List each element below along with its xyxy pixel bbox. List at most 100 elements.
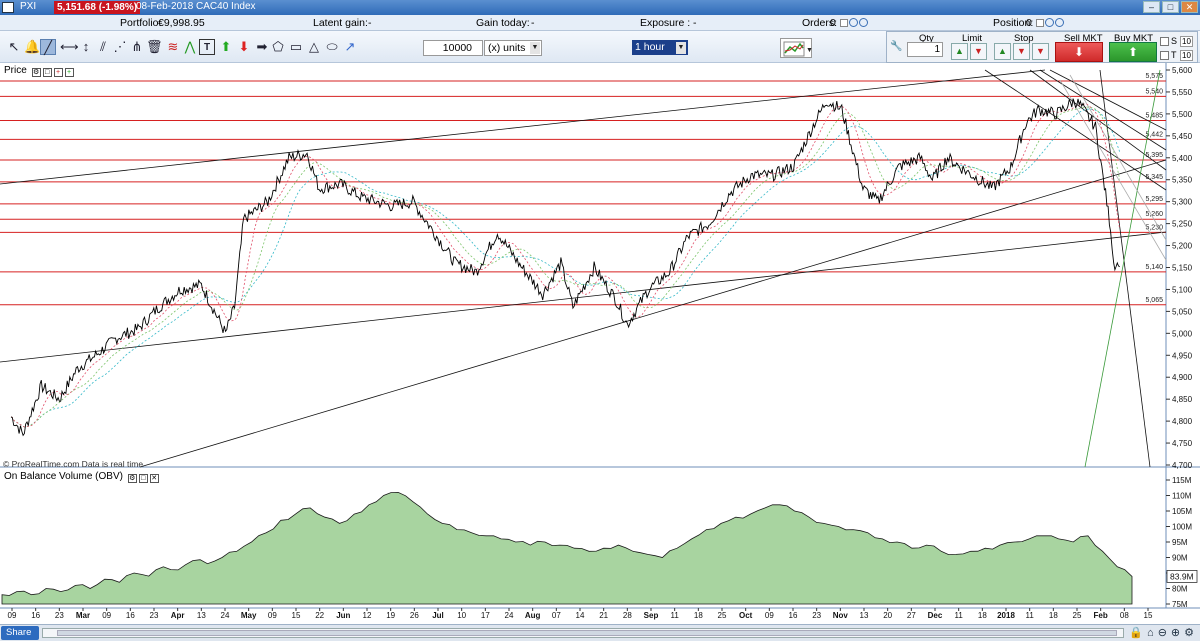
wrench-icon[interactable]: ⚙ — [127, 474, 137, 483]
x-tick-label: 17 — [481, 611, 490, 620]
x-tick-label: 24 — [505, 611, 514, 620]
y-tick-label: 5,550 — [1172, 88, 1193, 97]
x-tick-label: 15 — [1144, 611, 1153, 620]
y-tick-label: 5,300 — [1172, 198, 1193, 207]
scrollbar-thumb[interactable] — [57, 630, 1117, 636]
x-tick-label: 11 — [671, 611, 680, 620]
obv-tick-label: 115M — [1172, 476, 1192, 485]
level-label: 5,485 — [1145, 112, 1163, 119]
x-tick-label: 11 — [1026, 611, 1035, 620]
obv-panel-header: On Balance Volume (OBV) ⚙ □ ✕ — [2, 471, 161, 483]
chart-area[interactable]: 5,5755,5405,4855,4425,3955,3455,2955,260… — [0, 0, 1200, 641]
wrench-icon[interactable]: ⚙ — [31, 68, 41, 77]
y-tick-label: 4,850 — [1172, 395, 1193, 404]
x-tick-label: 09 — [268, 611, 277, 620]
x-tick-label: Apr — [171, 611, 185, 620]
obv-tick-label: 95M — [1172, 538, 1188, 547]
x-tick-label: 20 — [883, 611, 892, 620]
x-tick-label: 16 — [126, 611, 135, 620]
share-button[interactable]: Share — [1, 626, 39, 640]
x-tick-label: 23 — [812, 611, 821, 620]
x-tick-label: 09 — [8, 611, 17, 620]
y-tick-label: 4,700 — [1172, 461, 1193, 470]
x-tick-label: 11 — [955, 611, 964, 620]
x-tick-label: 14 — [576, 611, 585, 620]
x-tick-label: 18 — [694, 611, 703, 620]
y-tick-label: 5,400 — [1172, 154, 1193, 163]
level-label: 5,065 — [1145, 297, 1163, 304]
x-tick-label: 23 — [55, 611, 64, 620]
x-tick-label: 25 — [718, 611, 727, 620]
x-tick-label: 2018 — [997, 611, 1015, 620]
x-tick-label: 08 — [1120, 611, 1129, 620]
price-panel-label: Price — [4, 65, 27, 76]
x-tick-label: Feb — [1094, 611, 1108, 620]
x-tick-label: 10 — [457, 611, 466, 620]
x-tick-label: 28 — [623, 611, 632, 620]
share-label: Share — [6, 627, 32, 638]
x-tick-label: May — [241, 611, 257, 620]
x-tick-label: Dec — [928, 611, 943, 620]
obv-tick-label: 105M — [1172, 507, 1192, 516]
x-tick-label: Oct — [739, 611, 753, 620]
level-label: 5,540 — [1145, 88, 1163, 95]
x-tick-label: Aug — [525, 611, 541, 620]
x-tick-label: Jul — [432, 611, 444, 620]
level-label: 5,260 — [1145, 211, 1163, 218]
y-tick-label: 5,250 — [1172, 220, 1193, 229]
add-panel-icon[interactable]: + — [64, 68, 74, 77]
y-tick-label: 5,050 — [1172, 307, 1193, 316]
obv-tick-label: 90M — [1172, 554, 1188, 563]
level-label: 5,140 — [1145, 264, 1163, 271]
obv-current-value: 83.9M — [1170, 571, 1194, 581]
level-label: 5,395 — [1145, 152, 1163, 159]
x-tick-label: 09 — [102, 611, 111, 620]
x-tick-label: 27 — [907, 611, 916, 620]
y-tick-label: 5,500 — [1172, 110, 1193, 119]
y-tick-label: 4,750 — [1172, 439, 1193, 448]
time-scrollbar[interactable] — [42, 628, 1124, 638]
zoom-out-icon[interactable]: ⊖ — [1158, 627, 1171, 639]
x-tick-label: 21 — [599, 611, 608, 620]
zoom-in-icon[interactable]: ⊕ — [1171, 627, 1184, 639]
navigation-controls: 🔒⌂⊖⊕⚙ — [1129, 626, 1198, 639]
y-tick-label: 5,000 — [1172, 329, 1193, 338]
x-tick-label: 24 — [221, 611, 230, 620]
x-tick-label: 15 — [292, 611, 301, 620]
home-icon[interactable]: ⌂ — [1147, 627, 1158, 639]
x-tick-label: 26 — [410, 611, 419, 620]
obv-tick-label: 100M — [1172, 523, 1192, 532]
level-label: 5,575 — [1145, 73, 1163, 80]
x-tick-label: Mar — [76, 611, 90, 620]
y-tick-label: 5,450 — [1172, 132, 1193, 141]
x-tick-label: 16 — [31, 611, 40, 620]
obv-tick-label: 80M — [1172, 585, 1188, 594]
chart-background — [0, 63, 1200, 625]
settings-icon[interactable]: ⚙ — [1184, 627, 1198, 639]
x-tick-label: 12 — [363, 611, 372, 620]
obv-tick-label: 75M — [1172, 600, 1188, 609]
lock-icon[interactable]: 🔒 — [1129, 627, 1147, 639]
x-tick-label: 09 — [765, 611, 774, 620]
y-tick-label: 4,800 — [1172, 417, 1193, 426]
x-tick-label: 16 — [789, 611, 798, 620]
maximize-panel-icon[interactable]: □ — [138, 474, 148, 483]
x-tick-label: 13 — [860, 611, 869, 620]
data-credit: © ProRealTime.com Data is real time — [3, 459, 144, 469]
level-label: 5,345 — [1145, 174, 1163, 181]
add-indicator-icon[interactable]: + — [53, 68, 63, 77]
x-tick-label: 13 — [197, 611, 206, 620]
close-panel-icon[interactable]: ✕ — [149, 474, 159, 483]
y-tick-label: 5,100 — [1172, 285, 1193, 294]
y-tick-label: 5,600 — [1172, 66, 1193, 75]
bottom-bar: Share 🔒⌂⊖⊕⚙ — [0, 624, 1200, 641]
x-tick-label: 22 — [315, 611, 324, 620]
x-tick-label: 07 — [552, 611, 561, 620]
x-tick-label: 18 — [1049, 611, 1058, 620]
obv-tick-label: 110M — [1172, 492, 1192, 501]
x-tick-label: 25 — [1073, 611, 1082, 620]
x-tick-label: 23 — [150, 611, 159, 620]
price-panel-header: Price ⚙ □ + + — [2, 65, 76, 77]
x-tick-label: 19 — [386, 611, 395, 620]
maximize-panel-icon[interactable]: □ — [42, 68, 52, 77]
